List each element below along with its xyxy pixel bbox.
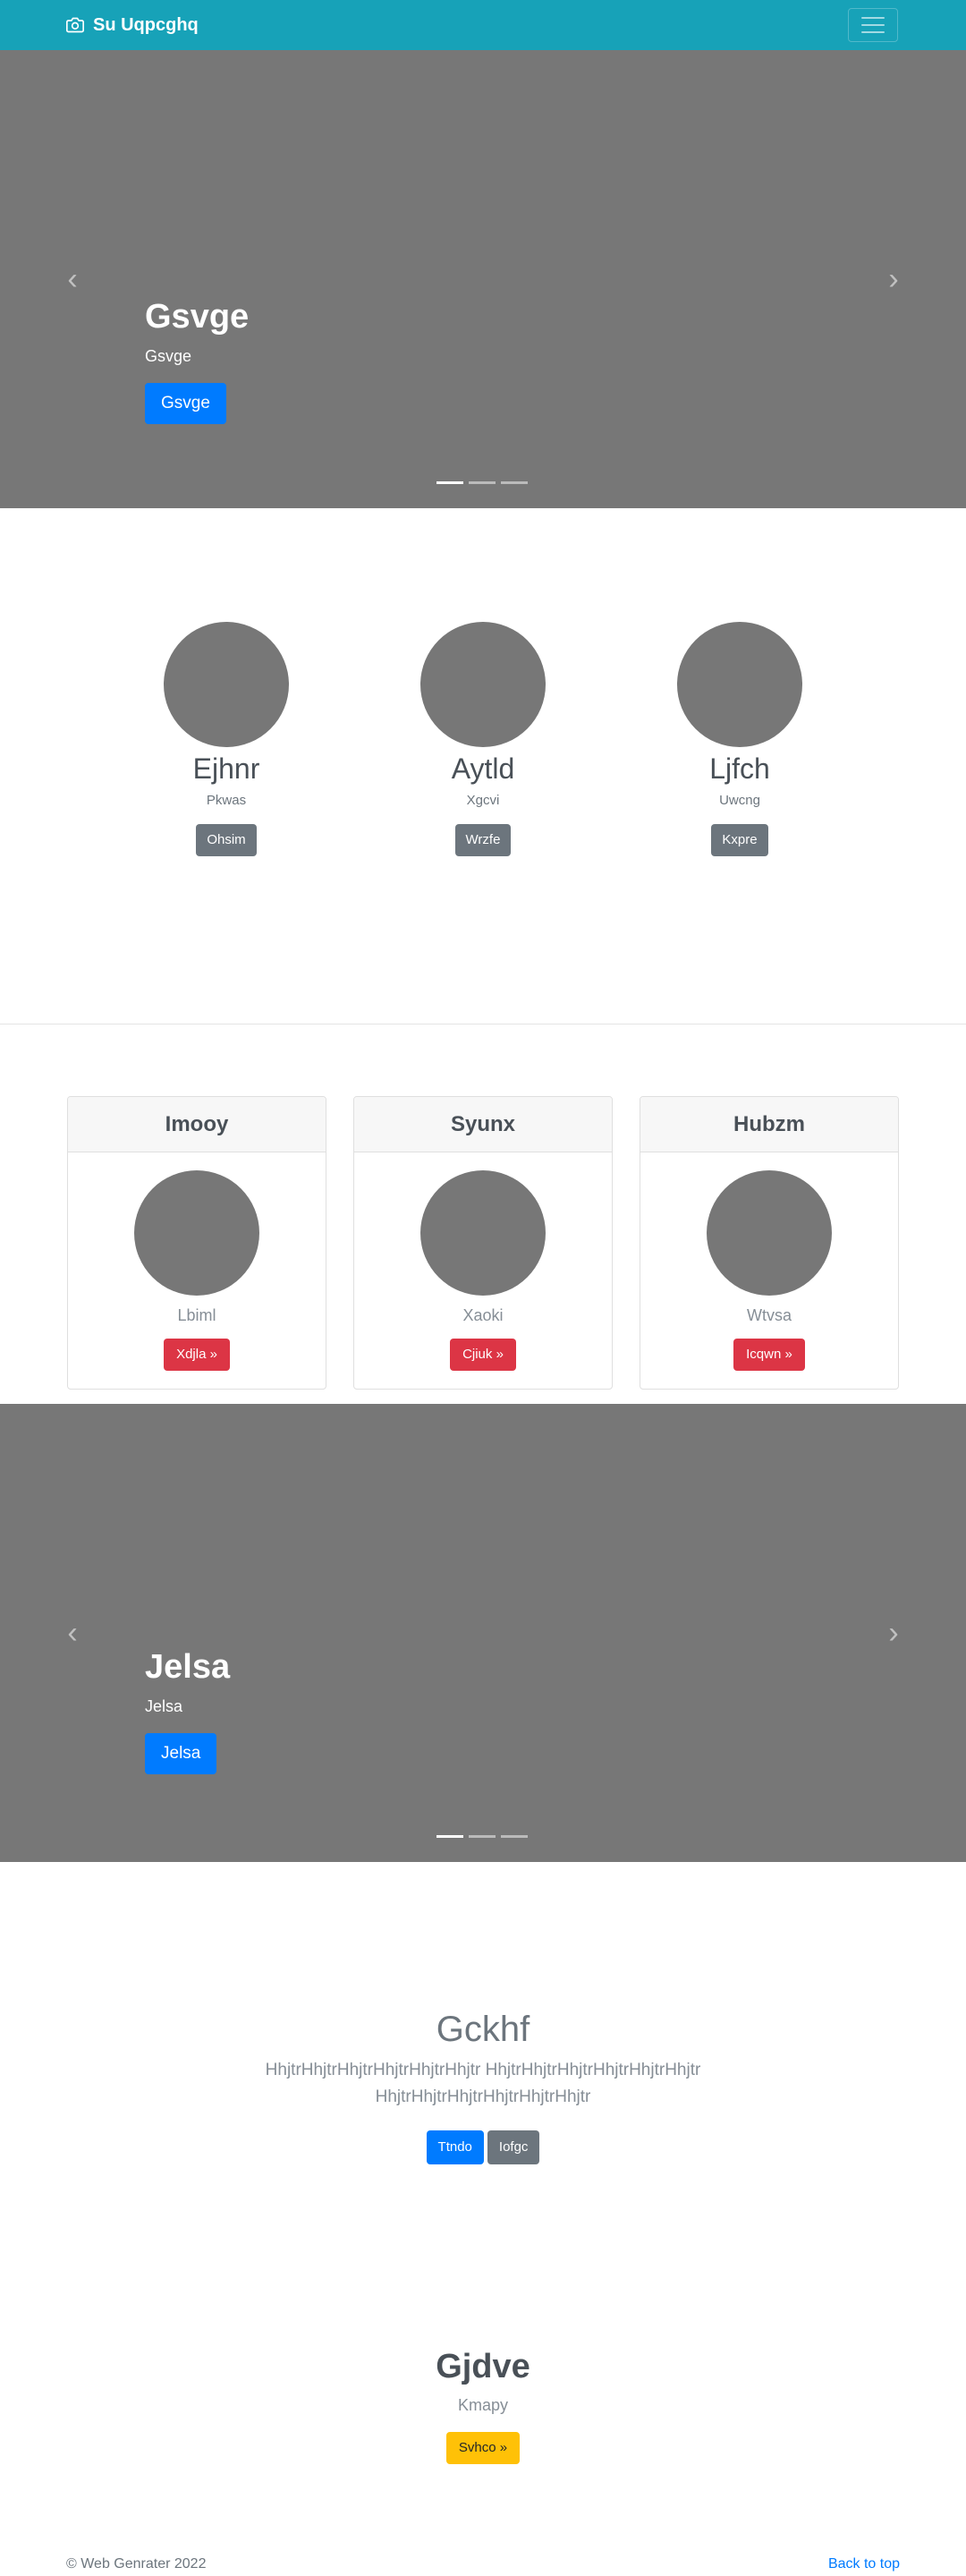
camera-icon [66, 17, 84, 33]
carousel-subtitle: Jelsa [145, 1697, 183, 1715]
person-card: Aytld Xgcvi Wrzfe [394, 622, 572, 856]
feature-button[interactable]: Svhco » [445, 2432, 521, 2464]
carousel-indicator[interactable] [436, 481, 463, 484]
person-card: Ejhnr Pkwas Ohsim [137, 622, 316, 856]
person-role: Pkwas [206, 793, 247, 808]
carousel-prev-button[interactable]: ‹ [59, 258, 86, 301]
person-name: Ljfch [709, 752, 770, 785]
card-button[interactable]: Icqwn » [733, 1339, 805, 1371]
feature-card: Imooy Lbiml Xdjla » [67, 1096, 326, 1390]
hero-carousel: ‹ › Gsvge Gsvge Gsvge [0, 50, 966, 508]
person-card: Ljfch Uwcng Kxpre [650, 622, 829, 856]
carousel-indicator[interactable] [469, 481, 496, 484]
chevron-right-icon: › [888, 1615, 899, 1650]
feature-subtitle: Kmapy [457, 2396, 509, 2414]
person-avatar-placeholder [420, 622, 546, 747]
carousel-next-button[interactable]: › [880, 258, 907, 301]
carousel-cta-button[interactable]: Jelsa [145, 1733, 217, 1774]
chevron-right-icon: › [888, 261, 899, 296]
card-text: Lbiml [177, 1306, 216, 1324]
person-name: Aytld [451, 752, 515, 785]
brand-name: Su Uqpcghq [93, 14, 199, 35]
carousel-indicator[interactable] [436, 1835, 463, 1838]
card-text: Xaoki [462, 1306, 504, 1324]
hamburger-icon-line [861, 24, 885, 26]
jumbotron-primary-button[interactable]: Ttndo [426, 2130, 484, 2164]
jumbotron-lead: HhjtrHhjtrHhjtrHhjtrHhjtrHhjtr HhjtrHhjt… [265, 2061, 701, 2106]
brand-link[interactable]: Su Uqpcghq [66, 13, 199, 38]
person-button[interactable]: Kxpre [711, 824, 768, 856]
carousel-indicators [436, 481, 528, 484]
feature-section: Gjdve Kmapy Svhco » [0, 2346, 966, 2464]
back-to-top-link[interactable]: Back to top [828, 2555, 900, 2573]
person-avatar-placeholder [677, 622, 802, 747]
person-role: Uwcng [719, 793, 760, 808]
carousel-caption: Jelsa Jelsa Jelsa [145, 1647, 230, 1774]
feature-card: Syunx Xaoki Cjiuk » [353, 1096, 613, 1390]
card-button[interactable]: Xdjla » [164, 1339, 230, 1371]
carousel-indicators [436, 1835, 528, 1838]
jumbotron-buttons: Ttndo Iofgc [0, 2130, 966, 2164]
navbar: Su Uqpcghq [0, 0, 966, 50]
feature-title: Gjdve [436, 2348, 530, 2385]
carousel-indicator[interactable] [501, 1835, 528, 1838]
footer-copyright: © Web Genrater 2022 [66, 2556, 207, 2572]
person-button[interactable]: Wrzfe [454, 824, 512, 856]
carousel-indicator[interactable] [469, 1835, 496, 1838]
carousel-next-button[interactable]: › [880, 1611, 907, 1654]
card-text: Wtvsa [746, 1306, 792, 1324]
card-header: Syunx [354, 1097, 612, 1152]
person-role: Xgcvi [466, 793, 500, 808]
jumbotron-secondary-button[interactable]: Iofgc [487, 2130, 540, 2164]
jumbotron-title: Gckhf [436, 2010, 530, 2049]
person-name: Ejhnr [192, 752, 260, 785]
secondary-carousel: ‹ › Jelsa Jelsa Jelsa [0, 1404, 966, 1862]
carousel-indicator[interactable] [501, 481, 528, 484]
hamburger-icon-line [861, 31, 885, 33]
carousel-caption: Gsvge Gsvge Gsvge [145, 297, 249, 424]
carousel-cta-button[interactable]: Gsvge [145, 383, 226, 424]
carousel-subtitle: Gsvge [145, 347, 192, 365]
jumbotron: Gckhf HhjtrHhjtrHhjtrHhjtrHhjtrHhjtr Hhj… [0, 2007, 966, 2164]
carousel-prev-button[interactable]: ‹ [59, 1611, 86, 1654]
card-button[interactable]: Cjiuk » [450, 1339, 516, 1371]
person-avatar-placeholder [164, 622, 289, 747]
chevron-left-icon: ‹ [67, 1615, 78, 1650]
card-header: Imooy [68, 1097, 326, 1152]
navbar-toggle-button[interactable] [848, 8, 898, 42]
feature-card: Hubzm Wtvsa Icqwn » [640, 1096, 899, 1390]
card-header: Hubzm [640, 1097, 898, 1152]
person-button[interactable]: Ohsim [196, 824, 257, 856]
people-section: Ejhnr Pkwas Ohsim Aytld Xgcvi Wrzfe Ljfc… [0, 508, 966, 1024]
carousel-title: Jelsa [145, 1648, 231, 1686]
card-image-placeholder [134, 1170, 259, 1296]
chevron-left-icon: ‹ [67, 261, 78, 296]
card-image-placeholder [707, 1170, 832, 1296]
carousel-title: Gsvge [145, 298, 250, 336]
card-image-placeholder [420, 1170, 546, 1296]
hamburger-icon-line [861, 17, 885, 19]
